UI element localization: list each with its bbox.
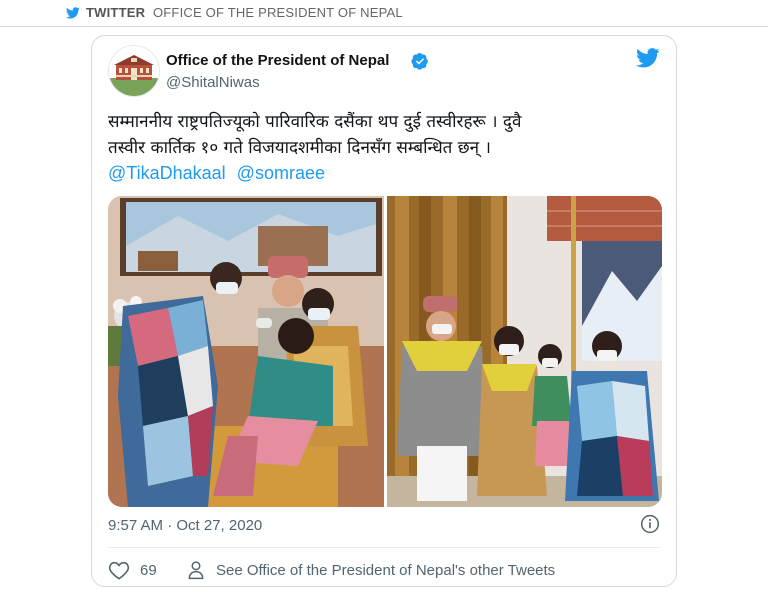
verified-badge-icon xyxy=(411,53,428,70)
tweet-actions: 69 See Office of the President of Nepal'… xyxy=(108,560,668,582)
tweet-card[interactable]: Office of the President of Nepal @Shital… xyxy=(91,35,677,587)
photo-tika-ceremony[interactable] xyxy=(108,196,384,507)
mention-tikadhakaal[interactable]: @TikaDhakaal xyxy=(108,163,226,183)
photo-grid xyxy=(108,196,662,507)
tweet-text-line-1: सम्माननीय राष्ट्रपतिज्यूको पारिवारिक दसै… xyxy=(108,112,522,132)
mention-somraee[interactable]: @somraee xyxy=(237,163,325,183)
tweet-timestamp[interactable]: 9:57 AM · Oct 27, 2020 xyxy=(108,517,262,534)
family-portrait-image xyxy=(387,196,662,507)
display-name[interactable]: Office of the President of Nepal xyxy=(166,52,389,69)
person-icon[interactable] xyxy=(186,560,206,580)
tweet-text: सम्माननीय राष्ट्रपतिज्यूको पारिवारिक दसै… xyxy=(108,109,668,161)
see-more-tweets-link[interactable]: See Office of the President of Nepal's o… xyxy=(216,562,555,579)
like-count[interactable]: 69 xyxy=(140,562,157,579)
tweet-text-line-2: तस्वीर कार्तिक १० गते विजयादशमीका दिनसँग… xyxy=(108,138,491,158)
divider xyxy=(108,547,660,548)
source-account-label: OFFICE OF THE PRESIDENT OF NEPAL xyxy=(152,5,403,20)
mentions: @TikaDhakaal @somraee xyxy=(108,163,331,184)
info-icon[interactable] xyxy=(640,514,660,534)
tika-ceremony-image xyxy=(108,196,384,507)
palace-avatar-image xyxy=(109,46,159,96)
source-label: TWITTER xyxy=(86,5,146,20)
photo-family-portrait[interactable] xyxy=(387,196,662,507)
twitter-bird-icon xyxy=(66,7,80,19)
source-bar: TWITTER OFFICE OF THE PRESIDENT OF NEPAL xyxy=(0,0,768,27)
heart-icon[interactable] xyxy=(108,560,130,580)
user-handle[interactable]: @ShitalNiwas xyxy=(166,74,260,91)
twitter-logo-icon[interactable] xyxy=(636,48,660,68)
avatar[interactable] xyxy=(108,45,160,97)
